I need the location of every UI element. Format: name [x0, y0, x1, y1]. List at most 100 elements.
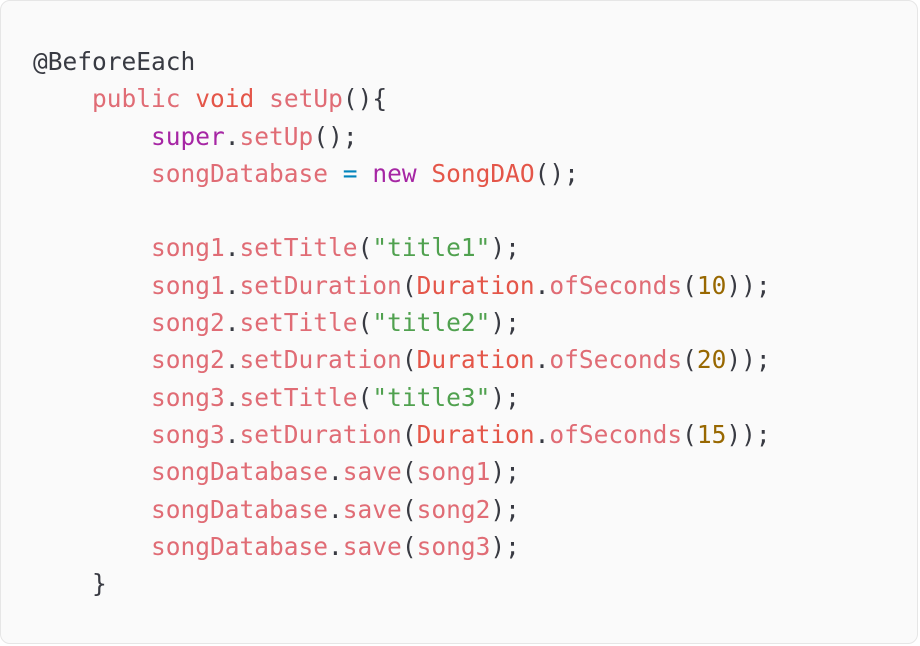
code-token: super [151, 121, 225, 151]
code-token: "title2" [372, 308, 491, 338]
code-token: . [224, 308, 240, 338]
code-line: song1.setDuration(Duration.ofSeconds(10)… [33, 267, 771, 304]
code-token: setDuration [239, 345, 402, 375]
code-line: songDatabase = new SongDAO(); [33, 155, 771, 192]
code-token: setUp [269, 84, 343, 114]
code-token: save [342, 494, 402, 524]
code-token: setDuration [239, 270, 402, 300]
code-token: ( [357, 308, 373, 338]
code-token: "title3" [372, 382, 491, 412]
code-token: . [328, 457, 343, 487]
code-token: } [92, 569, 107, 599]
code-token: . [534, 345, 550, 375]
code-line: song2.setTitle("title2"); [33, 304, 771, 341]
code-token: SongDAO [431, 158, 535, 188]
code-token: )); [726, 419, 771, 449]
code-token: songDatabase [151, 531, 329, 561]
code-token: 20 [696, 345, 727, 375]
code-line: song3.setDuration(Duration.ofSeconds(15)… [33, 416, 771, 453]
code-token: . [224, 121, 240, 151]
code-line: songDatabase.save(song3); [33, 528, 771, 565]
code-token: @BeforeEach [33, 47, 196, 76]
code-line: songDatabase.save(song1); [33, 453, 771, 490]
code-token: songDatabase [151, 158, 329, 188]
code-content[interactable]: @BeforeEach public void setUp(){ super.s… [33, 43, 771, 602]
code-token: songDatabase [151, 494, 329, 524]
code-block: @BeforeEach public void setUp(){ super.s… [0, 0, 918, 644]
code-line: song1.setTitle("title1"); [33, 229, 771, 266]
code-token: song3 [416, 531, 491, 561]
code-token: new [372, 158, 417, 188]
code-token: song1 [151, 270, 225, 300]
code-token: ( [401, 531, 417, 561]
code-token: ofSeconds [549, 270, 683, 300]
code-token: setTitle [239, 233, 358, 263]
code-token: setTitle [239, 382, 358, 412]
code-token: ( [401, 270, 417, 300]
code-token: Duration [416, 270, 535, 300]
code-token: ( [401, 494, 417, 524]
code-line: @BeforeEach [33, 43, 771, 80]
code-line: song2.setDuration(Duration.ofSeconds(20)… [33, 341, 771, 378]
code-line: super.setUp(); [33, 118, 771, 155]
code-token: setTitle [239, 308, 358, 338]
code-line: public void setUp(){ [33, 80, 771, 117]
code-token: ( [357, 382, 373, 412]
code-line: songDatabase.save(song2); [33, 491, 771, 528]
code-token: 10 [696, 270, 727, 300]
code-token: . [224, 419, 240, 449]
code-token: (){ [342, 84, 388, 114]
code-token: save [342, 457, 402, 487]
code-token: . [328, 494, 343, 524]
code-token: ( [401, 345, 417, 375]
code-token: ); [490, 531, 520, 561]
code-token: setDuration [239, 419, 402, 449]
code-token: ( [401, 419, 417, 449]
code-token: ); [490, 494, 520, 524]
code-token: Duration [416, 345, 535, 375]
code-token: ); [490, 457, 520, 487]
code-token: . [224, 382, 240, 412]
code-token: . [534, 270, 550, 300]
code-token: song2 [151, 308, 225, 338]
code-token: Duration [416, 419, 535, 449]
code-token: ofSeconds [549, 419, 683, 449]
code-token: )); [726, 270, 771, 300]
code-token: setUp [239, 121, 314, 151]
code-token: song2 [416, 494, 491, 524]
code-token: (); [313, 121, 358, 151]
code-token: ( [682, 345, 697, 375]
code-token: song1 [416, 457, 491, 487]
code-token: . [224, 233, 240, 263]
code-token: )); [726, 345, 771, 375]
code-token: save [342, 531, 402, 561]
code-token: . [224, 270, 240, 300]
code-token: 15 [696, 419, 727, 449]
code-token: ); [490, 382, 520, 412]
code-token: . [224, 345, 240, 375]
code-token: (); [534, 158, 579, 188]
code-token: = [342, 158, 358, 188]
code-line: song3.setTitle("title3"); [33, 379, 771, 416]
code-token: void [195, 84, 255, 114]
code-token: ( [682, 419, 697, 449]
code-token: ( [357, 233, 373, 263]
code-token: ofSeconds [549, 345, 683, 375]
